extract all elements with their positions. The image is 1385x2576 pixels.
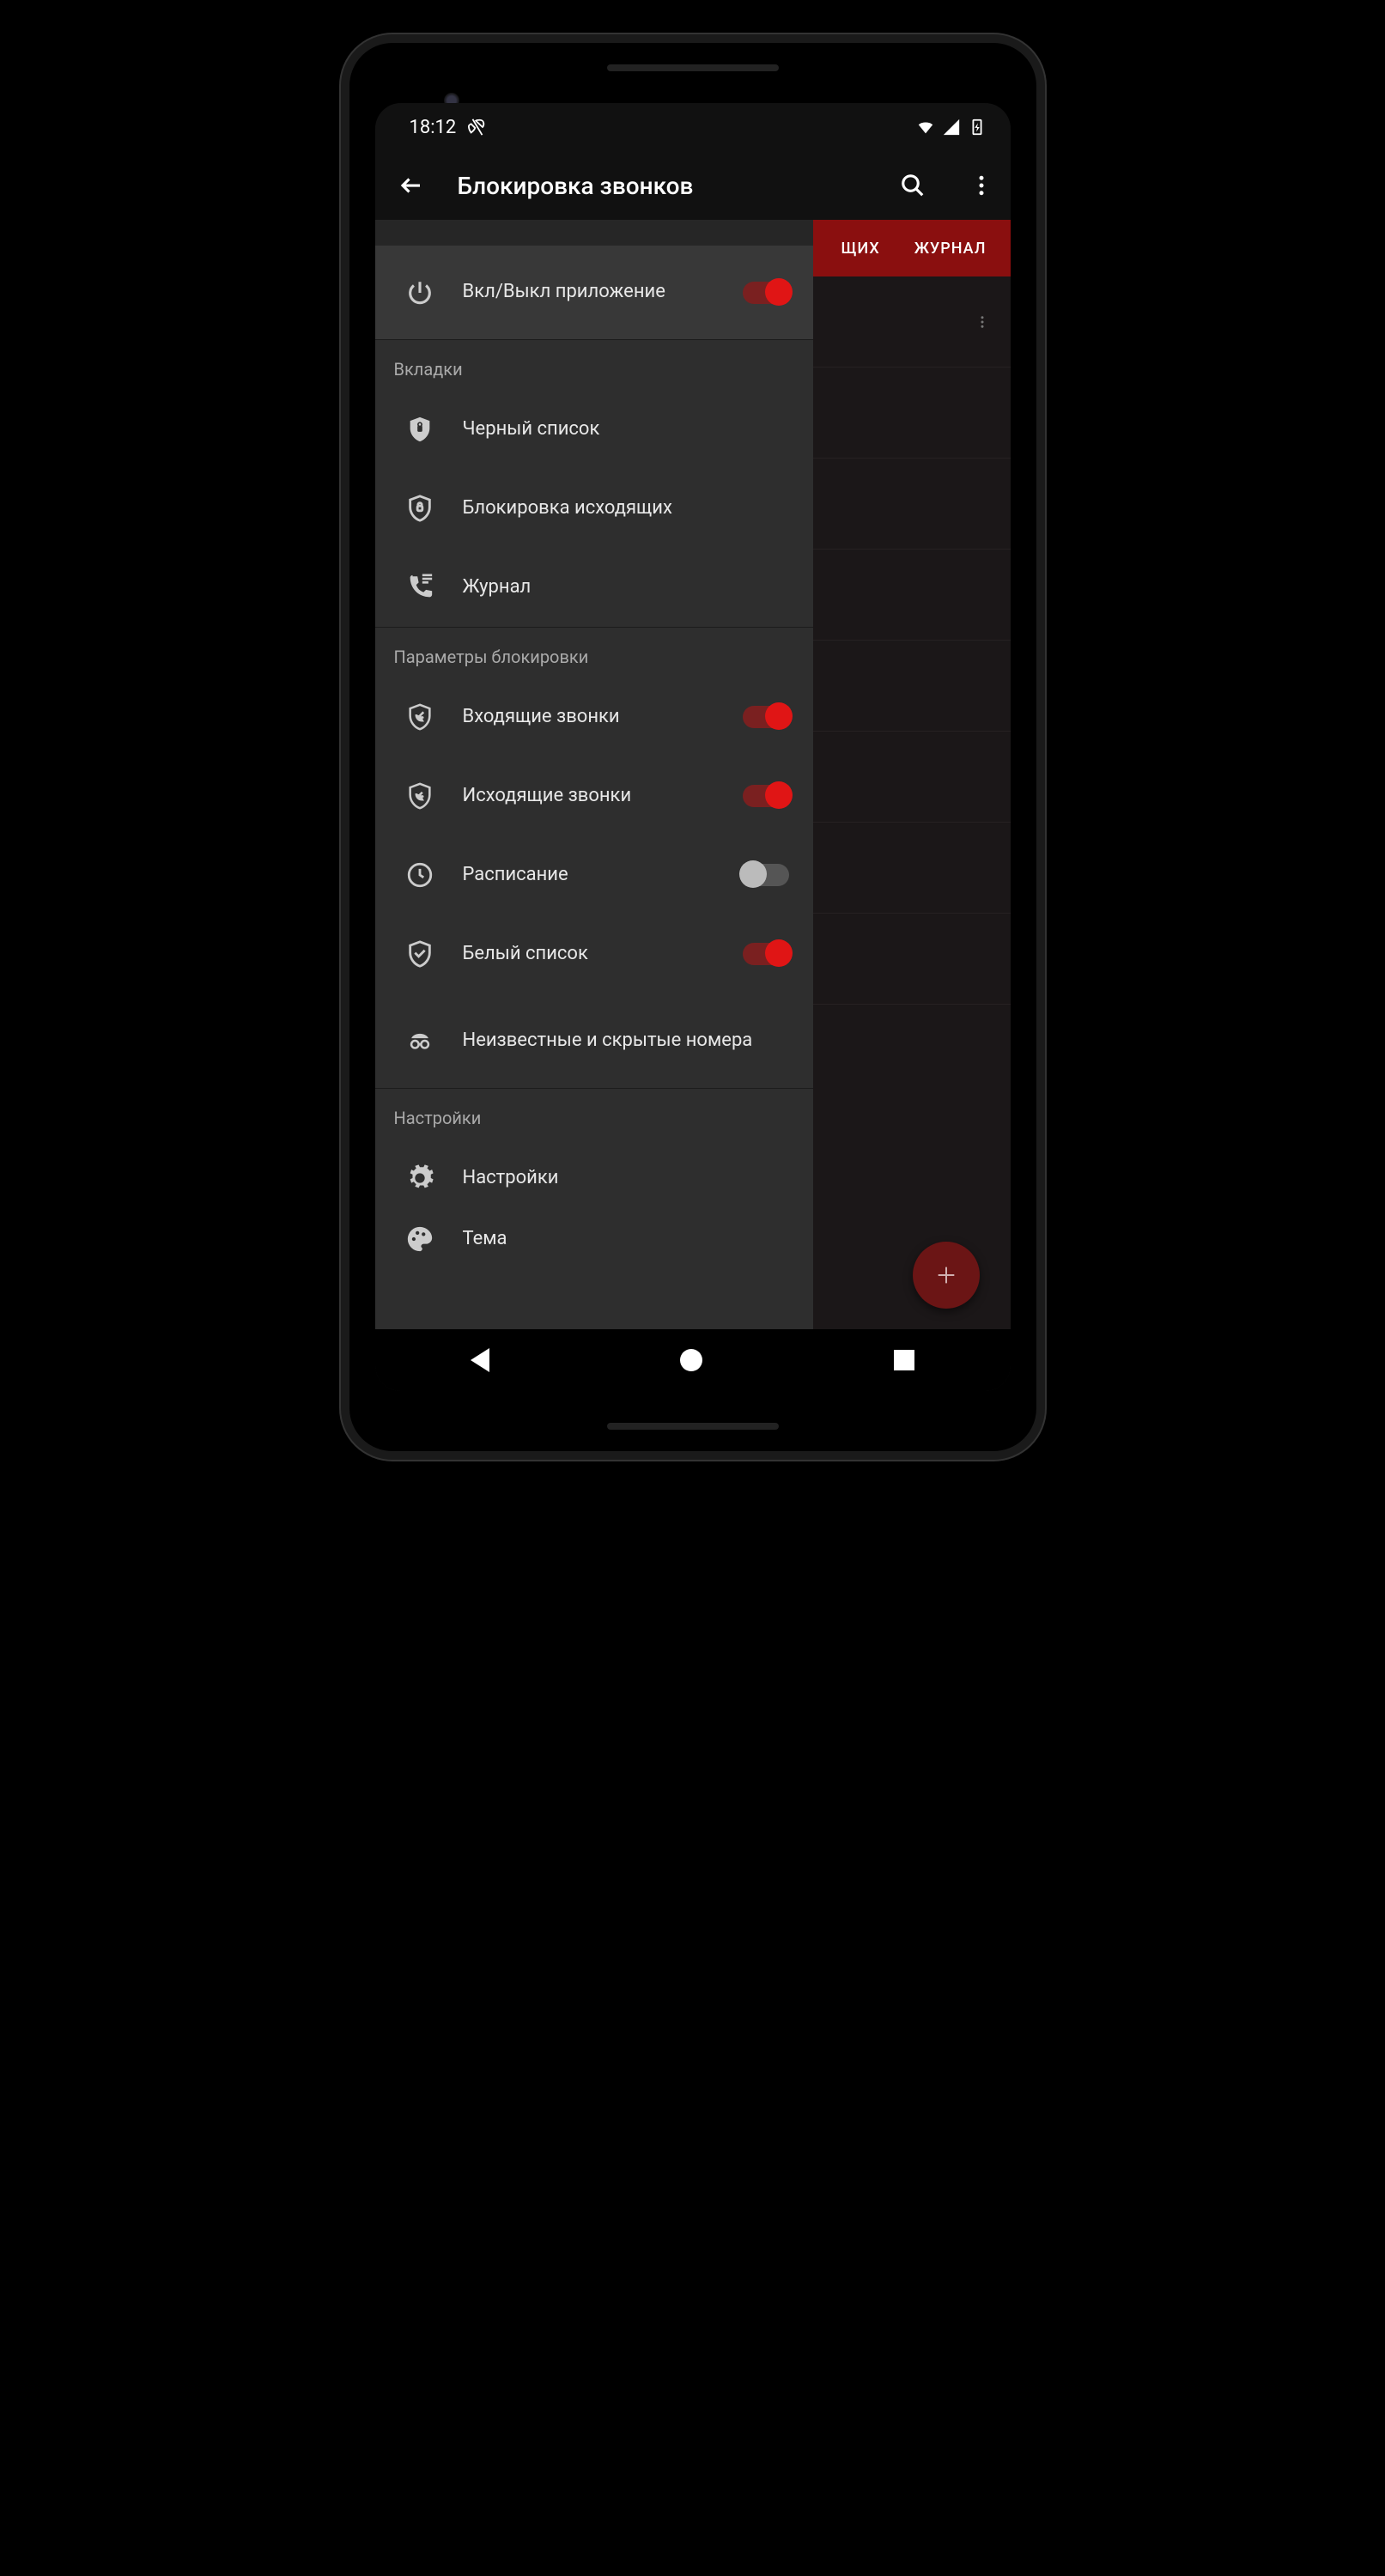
clock-icon	[405, 860, 434, 890]
drawer-label: Тема	[446, 1227, 813, 1252]
outgoing-switch[interactable]	[743, 785, 789, 807]
drawer-label: Черный список	[446, 417, 813, 442]
drawer-item-settings[interactable]: Настройки	[375, 1139, 813, 1218]
drawer-item-theme[interactable]: Тема	[375, 1218, 813, 1261]
nav-recent-button[interactable]	[894, 1350, 914, 1370]
volume-button	[1042, 592, 1045, 764]
square-recent-icon	[894, 1350, 914, 1370]
incoming-switch[interactable]	[743, 706, 789, 728]
power-button	[1042, 455, 1045, 532]
tab-log[interactable]: ЖУРНАЛ	[914, 240, 987, 258]
drawer-item-outgoing[interactable]: Исходящие звонки	[375, 756, 813, 835]
battery-charging-icon	[968, 118, 987, 137]
phone-speaker	[607, 64, 779, 71]
drawer-section-tabs: Вкладки	[375, 340, 813, 390]
wifi-icon	[916, 118, 935, 137]
drawer-item-log[interactable]: Журнал	[375, 548, 813, 627]
drawer-label: Входящие звонки	[446, 705, 743, 730]
drawer-item-outgoing-block[interactable]: Блокировка исходящих	[375, 469, 813, 548]
gear-icon	[405, 1163, 434, 1193]
back-button[interactable]	[389, 163, 434, 208]
shield-incoming-icon	[405, 702, 434, 732]
tab-partial[interactable]: ЩИХ	[841, 240, 880, 258]
triangle-back-icon	[471, 1348, 489, 1372]
drawer-app-toggle[interactable]: Вкл/Выкл приложение	[375, 246, 813, 340]
palette-icon	[405, 1224, 434, 1254]
status-bar: 18:12	[375, 103, 1011, 151]
shield-outgoing-icon	[405, 781, 434, 811]
status-time: 18:12	[410, 117, 457, 138]
nav-home-button[interactable]	[680, 1349, 702, 1371]
phone-log-icon	[405, 573, 434, 602]
schedule-switch[interactable]	[743, 864, 789, 886]
content-area: ЩИХ ЖУРНАЛ	[375, 220, 1011, 1329]
whitelist-switch[interactable]	[743, 943, 789, 965]
shield-lock-outline-icon	[405, 494, 434, 523]
drawer-label: Белый список	[446, 942, 743, 967]
phone-speaker-bottom	[607, 1423, 779, 1430]
more-vert-icon[interactable]	[975, 314, 990, 330]
drawer-label: Настройки	[446, 1166, 813, 1191]
drawer-item-incoming[interactable]: Входящие звонки	[375, 677, 813, 756]
drawer-item-whitelist[interactable]: Белый список	[375, 914, 813, 993]
drawer-label: Журнал	[446, 575, 813, 600]
nav-back-button[interactable]	[471, 1348, 489, 1372]
drawer-label: Расписание	[446, 863, 743, 888]
screen: 18:12 Блокировка звонков	[375, 103, 1011, 1391]
drawer-header-image	[375, 220, 813, 246]
drawer-item-unknown[interactable]: Неизвестные и скрытые номера	[375, 993, 813, 1088]
more-button[interactable]	[959, 163, 1004, 208]
incognito-icon	[405, 1026, 434, 1055]
power-icon	[405, 278, 434, 307]
plus-icon	[932, 1261, 960, 1289]
drawer-section-block-params: Параметры блокировки	[375, 628, 813, 677]
drawer-item-schedule[interactable]: Расписание	[375, 835, 813, 914]
phone-frame: 18:12 Блокировка звонков	[341, 34, 1045, 1460]
circle-home-icon	[680, 1349, 702, 1371]
nav-drawer: Вкл/Выкл приложение Вкладки Черный списо…	[375, 220, 813, 1329]
app-bar: Блокировка звонков	[375, 151, 1011, 220]
system-navbar	[375, 1329, 1011, 1391]
drawer-item-blacklist[interactable]: Черный список	[375, 390, 813, 469]
add-fab[interactable]	[913, 1242, 980, 1309]
app-toggle-switch[interactable]	[743, 282, 789, 304]
signal-icon	[942, 118, 961, 137]
drawer-app-toggle-label: Вкл/Выкл приложение	[446, 280, 743, 305]
shield-lock-icon	[405, 415, 434, 444]
search-button[interactable]	[890, 163, 935, 208]
drawer-label: Исходящие звонки	[446, 784, 743, 809]
more-vert-icon	[969, 173, 994, 198]
phone-muted-icon	[468, 118, 487, 137]
drawer-label: Неизвестные и скрытые номера	[446, 1029, 813, 1054]
arrow-left-icon	[398, 173, 424, 198]
search-icon	[900, 173, 926, 198]
shield-check-icon	[405, 939, 434, 969]
drawer-label: Блокировка исходящих	[446, 496, 813, 521]
drawer-section-settings: Настройки	[375, 1089, 813, 1139]
app-title: Блокировка звонков	[458, 172, 866, 200]
